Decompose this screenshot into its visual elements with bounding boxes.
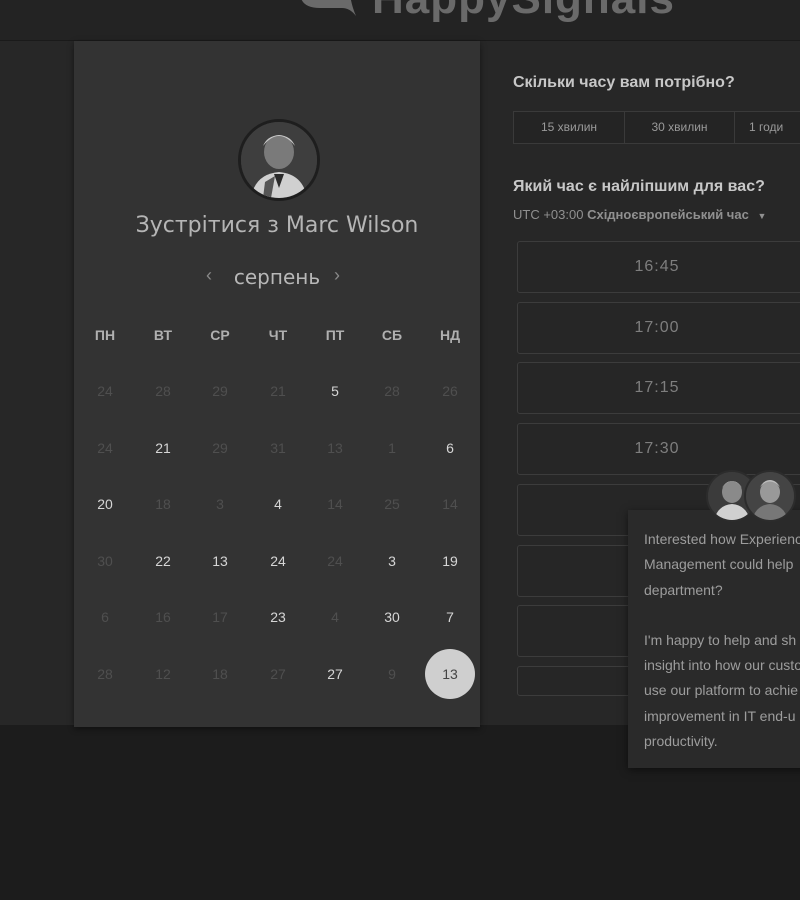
chat-message[interactable]: Interested how Experienc Management could…: [628, 510, 800, 768]
calendar-day: 18: [212, 666, 228, 682]
calendar-day[interactable]: 7: [425, 605, 475, 629]
calendar-day[interactable]: 6: [425, 436, 475, 460]
calendar-day[interactable]: 13: [195, 549, 245, 573]
time-slot-button[interactable]: 17:30: [517, 423, 800, 476]
chat-line: Interested how Experienc: [644, 531, 800, 547]
calendar-day: 16: [155, 609, 171, 625]
timezone-offset: UTC +03:00: [513, 207, 584, 222]
calendar-day: 1: [388, 440, 396, 456]
calendar-day: 27: [270, 666, 286, 682]
duration-option[interactable]: 15 хвилин: [514, 112, 625, 143]
calendar-day[interactable]: 3: [367, 549, 417, 573]
person-photo: [746, 472, 794, 520]
calendar-day[interactable]: 4: [253, 492, 303, 516]
calendar-day[interactable]: 21: [138, 436, 188, 460]
calendar-day: 21: [270, 383, 286, 399]
duration-option[interactable]: 30 хвилин: [625, 112, 735, 143]
calendar-day[interactable]: 30: [367, 605, 417, 629]
calendar-day: 17: [212, 609, 228, 625]
calendar-day: 29: [212, 383, 228, 399]
chat-line: I'm happy to help and sh: [644, 631, 797, 648]
calendar-day[interactable]: 19: [425, 549, 475, 573]
chat-line: department?: [644, 581, 723, 598]
chat-paragraph: Interested how Experienc Management could…: [644, 527, 800, 603]
chat-line: productivity.: [644, 733, 718, 750]
calendar-day: 9: [388, 666, 396, 682]
calendar-day: 25: [384, 496, 400, 512]
timezone-name: Східноєвропейський час: [587, 207, 749, 222]
calendar-day: 28: [155, 383, 171, 399]
duration-selector: 15 хвилин 30 хвилин 1 годи: [513, 111, 800, 144]
calendar-day: 24: [97, 383, 113, 399]
calendar-day: 14: [442, 496, 458, 512]
top-bar: HappySignals: [0, 0, 800, 41]
calendar-day: 29: [212, 440, 228, 456]
calendar-day: 3: [216, 496, 224, 512]
time-slot-button[interactable]: 17:15: [517, 362, 800, 415]
timezone-selector[interactable]: UTC +03:00 Східноєвропейський час ▼: [513, 207, 766, 222]
calendar-day-selected[interactable]: 13: [425, 649, 475, 699]
calendar-day[interactable]: 23: [253, 605, 303, 629]
calendar-day: 12: [155, 666, 171, 682]
calendar-day: 24: [327, 553, 343, 569]
chat-line: improvement in IT end-u: [644, 707, 796, 724]
duration-option[interactable]: 1 годи: [735, 112, 800, 143]
chat-text: Interested how Experienc Management could…: [644, 527, 800, 754]
time-slot-button[interactable]: 17:00: [517, 301, 800, 354]
time-slot-button[interactable]: 16:45: [517, 241, 800, 293]
calendar-day: 28: [384, 383, 400, 399]
calendar-day[interactable]: 22: [138, 549, 188, 573]
calendar-day[interactable]: 5: [310, 379, 360, 403]
calendar-day: 28: [97, 666, 113, 682]
logo-icon: [301, 0, 356, 16]
calendar-day: 14: [327, 496, 343, 512]
calendar-day[interactable]: 20: [80, 492, 130, 516]
calendar-day: 30: [97, 553, 113, 569]
calendar-day: 6: [101, 609, 109, 625]
chat-line: Management could help: [644, 556, 794, 573]
calendar-day[interactable]: 27: [310, 662, 360, 686]
calendar-day: 26: [442, 383, 458, 399]
agent-avatar: [744, 470, 796, 522]
calendar-day: 13: [327, 440, 343, 456]
booking-panel: Зустрітися з Marc Wilson ‹ серпень › ПН …: [74, 41, 480, 727]
chat-paragraph: I'm happy to help and sh insight into how…: [644, 628, 800, 754]
chat-line: use our platform to achie: [644, 682, 799, 699]
chat-line: insight into how our custo: [644, 657, 800, 674]
calendar-grid: 24 28 29 21 5 28 26 24 21 29 31 13 1 6 20 18 3 4 14 25 14 30 2…: [74, 41, 480, 727]
chat-avatars[interactable]: [706, 470, 796, 524]
calendar-day: 18: [155, 496, 171, 512]
calendar-day[interactable]: 24: [253, 549, 303, 573]
calendar-day: 4: [331, 609, 339, 625]
caret-down-icon: ▼: [757, 211, 767, 221]
logo-text: HappySignals: [372, 0, 675, 24]
time-question: Який час є найліпшим для вас?: [513, 178, 765, 195]
duration-question: Скільки часу вам потрібно?: [513, 74, 735, 91]
calendar-day: 31: [270, 440, 286, 456]
calendar-day: 24: [97, 440, 113, 456]
